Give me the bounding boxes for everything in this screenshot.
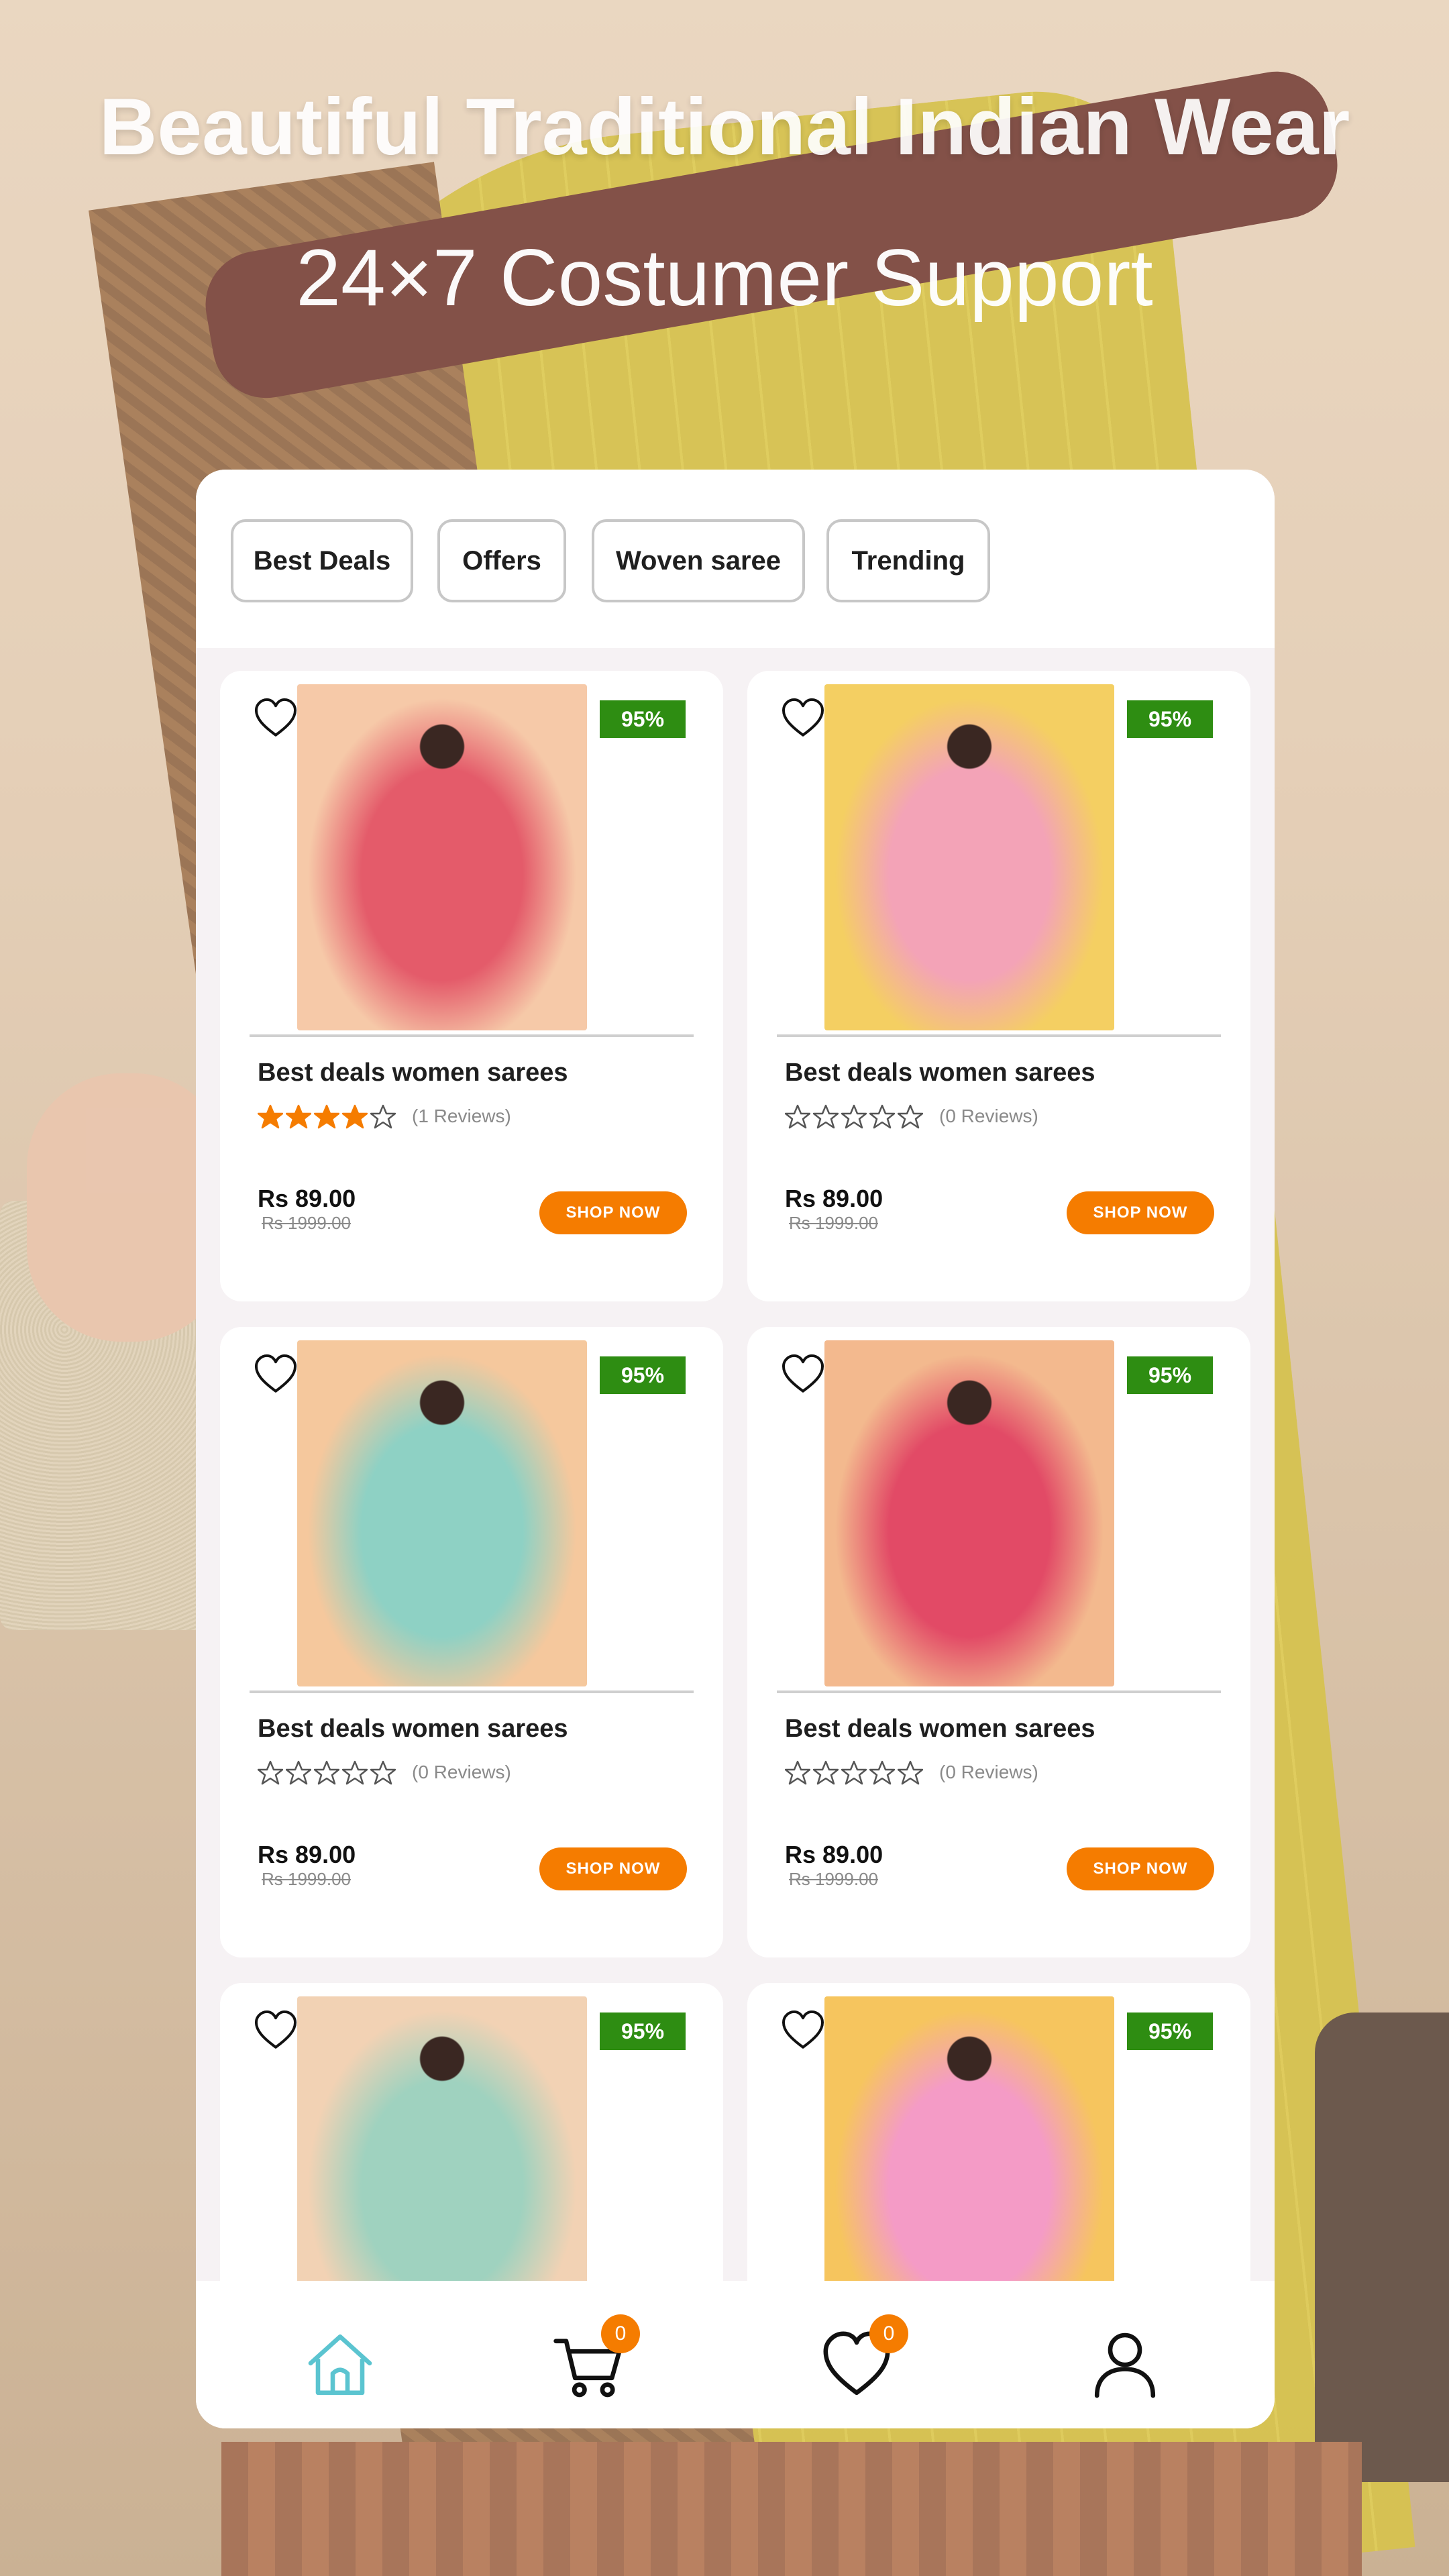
wishlist-heart-icon[interactable] — [254, 698, 298, 738]
old-price: Rs 1999.00 — [262, 1213, 351, 1233]
discount-badge: 95% — [600, 1356, 686, 1394]
product-image[interactable] — [824, 1340, 1114, 1686]
star-icon — [370, 1104, 396, 1129]
product-image[interactable] — [824, 684, 1114, 1030]
old-price: Rs 1999.00 — [789, 1213, 878, 1233]
price: Rs 89.00 — [258, 1185, 356, 1212]
product-card[interactable]: 95% Best deals women sarees (1 Reviews) Rs … — [220, 671, 723, 1301]
star-icon — [898, 1104, 923, 1129]
star-icon — [841, 1760, 867, 1785]
product-card[interactable]: 95% Best deals women sarees (0 Reviews) Rs … — [220, 1327, 723, 1957]
product-image[interactable] — [297, 684, 587, 1030]
discount-badge: 95% — [600, 700, 686, 738]
review-count: (0 Reviews) — [412, 1762, 511, 1782]
divider — [777, 1034, 1221, 1037]
wishlist-heart-icon[interactable] — [781, 698, 825, 738]
star-icon — [370, 1760, 396, 1785]
star-icon — [258, 1760, 283, 1785]
rating-stars — [258, 1104, 396, 1130]
star-icon — [898, 1760, 923, 1785]
filter-bar: Best Deals Offers Woven saree Trending — [196, 470, 1275, 648]
discount-badge: 95% — [1127, 1356, 1213, 1394]
star-icon — [785, 1760, 810, 1785]
product-panel: Best Deals Offers Woven saree Trending 9… — [196, 470, 1275, 2428]
star-icon — [869, 1104, 895, 1129]
wishlist-heart-icon[interactable] — [781, 2010, 825, 2050]
discount-badge: 95% — [1127, 2012, 1213, 2050]
product-title[interactable]: Best deals women sarees — [785, 1059, 1095, 1087]
product-title[interactable]: Best deals women sarees — [785, 1715, 1095, 1743]
star-icon — [286, 1104, 311, 1129]
rating-stars — [785, 1760, 923, 1786]
product-card[interactable]: 95% Best deals women sarees (0 Reviews) Rs … — [747, 671, 1250, 1301]
bottom-navigation: 0 0 — [196, 2281, 1275, 2428]
filter-trending[interactable]: Trending — [826, 519, 990, 602]
discount-badge: 95% — [1127, 700, 1213, 738]
rating-stars — [785, 1104, 923, 1130]
review-count: (0 Reviews) — [939, 1762, 1038, 1782]
shop-now-button[interactable]: SHOP NOW — [539, 1191, 687, 1234]
star-icon — [314, 1760, 339, 1785]
divider — [777, 1690, 1221, 1693]
review-count: (0 Reviews) — [939, 1106, 1038, 1126]
headline: Beautiful Traditional Indian Wear — [99, 82, 1350, 172]
old-price: Rs 1999.00 — [789, 1869, 878, 1889]
home-icon[interactable] — [303, 2328, 377, 2402]
wishlist-heart-icon[interactable] — [781, 1354, 825, 1394]
price: Rs 89.00 — [785, 1185, 883, 1212]
price: Rs 89.00 — [785, 1841, 883, 1868]
filter-offers[interactable]: Offers — [437, 519, 566, 602]
shop-now-button[interactable]: SHOP NOW — [539, 1847, 687, 1890]
filter-woven-saree[interactable]: Woven saree — [592, 519, 805, 602]
star-icon — [869, 1760, 895, 1785]
review-count: (1 Reviews) — [412, 1106, 511, 1126]
divider — [250, 1690, 694, 1693]
price: Rs 89.00 — [258, 1841, 356, 1868]
user-icon[interactable] — [1088, 2328, 1162, 2402]
star-icon — [286, 1760, 311, 1785]
filter-best-deals[interactable]: Best Deals — [231, 519, 413, 602]
product-image[interactable] — [297, 1340, 587, 1686]
wishlist-count-badge: 0 — [869, 2314, 908, 2353]
divider — [250, 1034, 694, 1037]
product-title[interactable]: Best deals women sarees — [258, 1059, 568, 1087]
star-icon — [813, 1760, 839, 1785]
shop-now-button[interactable]: SHOP NOW — [1067, 1847, 1214, 1890]
star-icon — [813, 1104, 839, 1129]
cart-count-badge: 0 — [601, 2314, 640, 2353]
star-icon — [258, 1104, 283, 1129]
star-icon — [785, 1104, 810, 1129]
wishlist-heart-icon[interactable] — [254, 1354, 298, 1394]
star-icon — [841, 1104, 867, 1129]
star-icon — [314, 1104, 339, 1129]
product-card[interactable]: 95% Best deals women sarees (0 Reviews) Rs … — [747, 1327, 1250, 1957]
old-price: Rs 1999.00 — [262, 1869, 351, 1889]
product-title[interactable]: Best deals women sarees — [258, 1715, 568, 1743]
star-icon — [342, 1760, 368, 1785]
discount-badge: 95% — [600, 2012, 686, 2050]
subheadline: 24×7 Costumer Support — [296, 233, 1153, 323]
star-icon — [342, 1104, 368, 1129]
wishlist-heart-icon[interactable] — [254, 2010, 298, 2050]
shop-now-button[interactable]: SHOP NOW — [1067, 1191, 1214, 1234]
rating-stars — [258, 1760, 396, 1786]
